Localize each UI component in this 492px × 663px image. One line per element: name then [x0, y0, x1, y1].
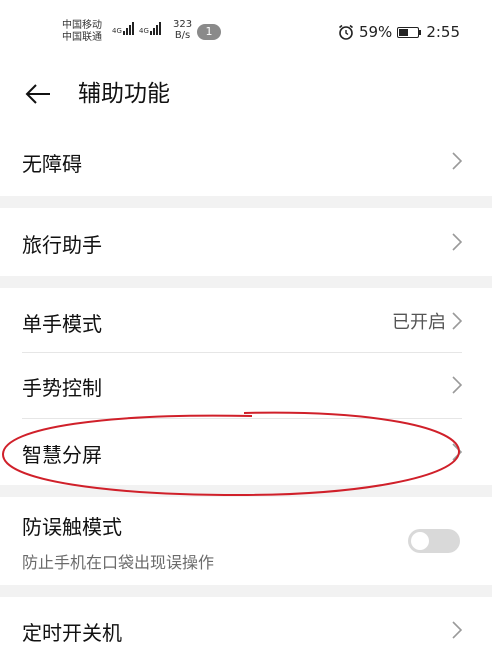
chevron-right-icon [452, 233, 462, 251]
settings-item-status: 已开启 [392, 312, 446, 333]
signal-2: 4G [139, 22, 161, 35]
settings-item-label: 手势控制 [22, 376, 102, 400]
chevron-right-icon [452, 312, 462, 330]
network-type-2: 4G [139, 27, 149, 35]
chevron-right-icon [452, 152, 462, 170]
chevron-right-icon [452, 376, 462, 394]
settings-item-travel-assistant[interactable]: 旅行助手 [0, 208, 492, 276]
section-gap [0, 485, 492, 497]
settings-item-accidental-touch-mode[interactable]: 防误触模式 防止手机在口袋出现误操作 [0, 497, 492, 585]
battery-percent: 59% [358, 23, 393, 41]
page-header: 辅助功能 [0, 66, 492, 126]
settings-item-label: 无障碍 [22, 152, 82, 176]
network-speed: 323 B/s [173, 19, 192, 41]
back-arrow-icon[interactable] [22, 78, 54, 110]
settings-item-smart-split-screen[interactable]: 智慧分屏 [0, 419, 492, 485]
network-type-1: 4G [112, 27, 122, 35]
speed-unit: B/s [174, 30, 191, 41]
status-right: 59% 2:55 [337, 23, 460, 41]
settings-item-label: 智慧分屏 [22, 443, 102, 467]
accidental-touch-toggle[interactable] [408, 529, 460, 553]
toggle-knob [411, 532, 429, 550]
page-title: 辅助功能 [78, 81, 170, 107]
section-gap [0, 196, 492, 208]
status-bar: 中国移动 中国联通 4G 4G 323 B/s 1 59% 2:55 [0, 0, 492, 66]
settings-item-description: 防止手机在口袋出现误操作 [22, 553, 215, 572]
chevron-right-icon [452, 621, 462, 639]
battery-cap [419, 29, 422, 35]
battery-icon [397, 26, 420, 38]
carrier-2: 中国联通 [62, 32, 102, 43]
carrier-names: 中国移动 中国联通 [62, 20, 102, 44]
notification-badge: 1 [197, 24, 221, 40]
signal-bars-icon [122, 22, 134, 35]
chevron-right-icon [452, 443, 462, 461]
section-gap [0, 585, 492, 597]
settings-item-label: 防误触模式 [22, 515, 122, 539]
settings-item-one-hand-mode[interactable]: 单手模式 已开启 [0, 288, 492, 352]
clock-time: 2:55 [426, 23, 460, 41]
settings-item-scheduled-power[interactable]: 定时开关机 [0, 597, 492, 663]
settings-item-accessibility[interactable]: 无障碍 [0, 126, 492, 196]
alarm-clock-icon [338, 24, 353, 40]
section-gap [0, 276, 492, 288]
carrier-1: 中国移动 [62, 20, 102, 31]
settings-item-label: 定时开关机 [22, 621, 122, 645]
speed-value: 323 [173, 19, 193, 30]
signal-bars-icon [149, 22, 161, 35]
settings-item-gesture-control[interactable]: 手势控制 [0, 353, 492, 418]
signal-1: 4G [112, 22, 134, 35]
settings-item-label: 旅行助手 [22, 233, 102, 257]
settings-item-label: 单手模式 [22, 312, 102, 336]
